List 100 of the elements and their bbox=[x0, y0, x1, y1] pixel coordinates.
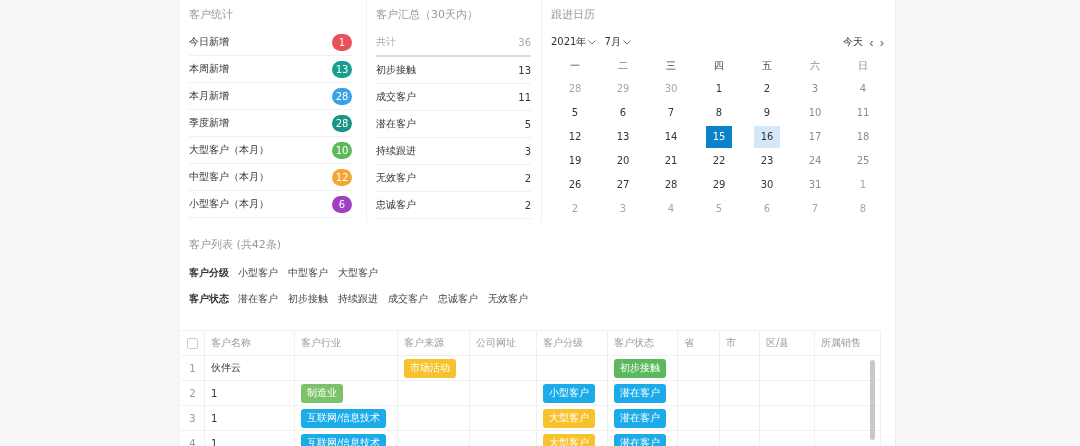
stat-label: 今日新增 bbox=[189, 35, 229, 49]
calendar-day[interactable]: 30 bbox=[754, 174, 780, 196]
column-header: 区/县 bbox=[766, 336, 790, 350]
column-header: 客户分级 bbox=[543, 336, 583, 350]
column-header: 市 bbox=[726, 336, 736, 350]
scrollbar[interactable] bbox=[870, 360, 875, 440]
calendar-day[interactable]: 27 bbox=[610, 174, 636, 196]
count-badge: 10 bbox=[332, 141, 352, 159]
calendar-day[interactable]: 12 bbox=[562, 126, 588, 148]
tag: 大型客户 bbox=[543, 433, 595, 446]
tag: 互联网/信息技术 bbox=[301, 408, 387, 428]
summary-label: 潜在客户 bbox=[376, 117, 416, 131]
year-select[interactable]: 2021年 bbox=[551, 35, 597, 49]
calendar-day[interactable]: 8 bbox=[706, 102, 732, 124]
count-badge: 12 bbox=[332, 168, 352, 186]
tag: 互联网/信息技术 bbox=[301, 433, 387, 446]
column-header: 客户行业 bbox=[301, 336, 341, 350]
column-header: 客户来源 bbox=[404, 336, 444, 350]
weekday-label: 四 bbox=[713, 59, 725, 73]
row-number: 4 bbox=[189, 437, 196, 446]
filter-option[interactable]: 大型客户 bbox=[333, 266, 383, 280]
filter-option[interactable]: 小型客户 bbox=[233, 266, 283, 280]
calendar-day[interactable]: 16 bbox=[754, 126, 780, 148]
calendar-day[interactable]: 31 bbox=[802, 174, 828, 196]
calendar-day[interactable]: 10 bbox=[802, 102, 828, 124]
calendar-day[interactable]: 20 bbox=[610, 150, 636, 172]
weekday-label: 一 bbox=[569, 59, 581, 73]
calendar-day[interactable]: 29 bbox=[706, 174, 732, 196]
section-title: 跟进日历 bbox=[551, 7, 596, 23]
count-badge: 28 bbox=[332, 114, 352, 132]
calendar-day[interactable]: 22 bbox=[706, 150, 732, 172]
calendar-day[interactable]: 11 bbox=[850, 102, 876, 124]
count-badge: 1 bbox=[332, 33, 352, 51]
weekday-label: 五 bbox=[761, 59, 773, 73]
summary-label: 持续跟进 bbox=[376, 144, 416, 158]
calendar-day[interactable]: 14 bbox=[658, 126, 684, 148]
calendar-day[interactable]: 26 bbox=[562, 174, 588, 196]
calendar-day[interactable]: 3 bbox=[802, 78, 828, 100]
count-badge: 28 bbox=[332, 87, 352, 105]
summary-label: 成交客户 bbox=[376, 90, 416, 104]
checkbox[interactable] bbox=[187, 337, 198, 349]
calendar-day[interactable]: 9 bbox=[754, 102, 780, 124]
calendar-day[interactable]: 2 bbox=[754, 78, 780, 100]
tag: 潜在客户 bbox=[614, 383, 666, 403]
filter-option[interactable]: 成交客户 bbox=[383, 292, 433, 306]
tag: 制造业 bbox=[301, 383, 343, 403]
calendar-day[interactable]: 1 bbox=[706, 78, 732, 100]
column-header: 公司网址 bbox=[476, 336, 516, 350]
stat-label: 小型客户（本月） bbox=[189, 197, 269, 211]
list-title: 客户列表 (共42条) bbox=[189, 237, 283, 253]
stat-label: 中型客户（本月） bbox=[189, 170, 269, 184]
weekday-label: 三 bbox=[665, 59, 677, 73]
total-label: 共计 bbox=[376, 35, 396, 49]
stat-label: 季度新增 bbox=[189, 116, 229, 130]
row-number: 1 bbox=[189, 362, 196, 374]
calendar-day[interactable]: 5 bbox=[562, 102, 588, 124]
summary-count: 2 bbox=[524, 199, 531, 211]
calendar-day[interactable]: 6 bbox=[610, 102, 636, 124]
column-header: 客户名称 bbox=[211, 336, 251, 350]
section-title: 客户统计 bbox=[189, 7, 234, 23]
calendar-day[interactable]: 19 bbox=[562, 150, 588, 172]
calendar-day[interactable]: 7 bbox=[658, 102, 684, 124]
section-title: 客户汇总（30天内） bbox=[376, 7, 479, 23]
row-number: 2 bbox=[189, 387, 196, 399]
stat-label: 本周新增 bbox=[189, 62, 229, 76]
filter-option[interactable]: 持续跟进 bbox=[333, 292, 383, 306]
filter-label: 客户状态 bbox=[189, 292, 229, 306]
month-select[interactable]: 7月 bbox=[604, 35, 631, 49]
calendar-day[interactable]: 28 bbox=[658, 174, 684, 196]
column-header: 客户状态 bbox=[614, 336, 654, 350]
table-cell: 1 bbox=[211, 437, 218, 446]
caret-icon bbox=[622, 39, 631, 45]
filter-option[interactable]: 初步接触 bbox=[283, 292, 333, 306]
tag: 大型客户 bbox=[543, 408, 595, 428]
summary-label: 无效客户 bbox=[376, 171, 416, 185]
filter-option[interactable]: 忠诚客户 bbox=[433, 292, 483, 306]
caret-icon bbox=[588, 39, 597, 45]
filter-option[interactable]: 潜在客户 bbox=[233, 292, 283, 306]
weekday-label: 六 bbox=[809, 59, 821, 73]
table-cell: 伙伴云 bbox=[211, 361, 241, 375]
total-count: 36 bbox=[518, 36, 531, 48]
table-cell: 1 bbox=[211, 412, 218, 424]
filter-label: 客户分级 bbox=[189, 266, 229, 280]
count-badge: 6 bbox=[332, 195, 352, 213]
row-number: 3 bbox=[189, 412, 196, 424]
filter-option[interactable]: 中型客户 bbox=[283, 266, 333, 280]
next-button[interactable]: › bbox=[876, 35, 887, 49]
calendar-day[interactable]: 21 bbox=[658, 150, 684, 172]
prev-button[interactable]: ‹ bbox=[866, 35, 877, 49]
weekday-label: 日 bbox=[857, 59, 869, 73]
count-badge: 13 bbox=[332, 60, 352, 78]
stat-label: 大型客户（本月） bbox=[189, 143, 269, 157]
tag: 初步接触 bbox=[614, 358, 666, 378]
calendar-day[interactable]: 13 bbox=[610, 126, 636, 148]
calendar-day[interactable]: 23 bbox=[754, 150, 780, 172]
tag: 潜在客户 bbox=[614, 408, 666, 428]
filter-option[interactable]: 无效客户 bbox=[483, 292, 533, 306]
calendar-day[interactable]: 15 bbox=[706, 126, 732, 148]
column-header: 省 bbox=[684, 336, 694, 350]
today-button[interactable]: 今天 bbox=[840, 35, 867, 49]
